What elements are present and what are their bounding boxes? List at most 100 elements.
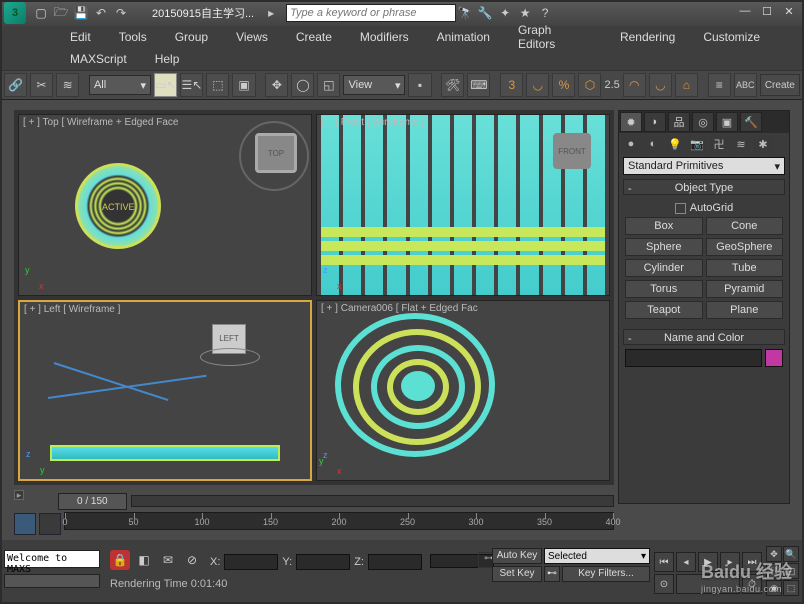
layout-single-button[interactable] [39,513,61,535]
isolate-icon[interactable]: ◧ [134,550,154,570]
name-color-rollout[interactable]: -Name and Color [623,329,785,345]
named-sel-icon[interactable]: ≡ [708,73,731,97]
keyboard-shortcut-icon[interactable]: ⌨ [467,73,490,97]
zoom-region-icon[interactable]: ◰ [783,563,799,579]
angle-snap-icon[interactable]: ◡ [526,73,549,97]
hierarchy-tab-icon[interactable]: 品 [668,112,690,132]
key-filters-button[interactable]: Key Filters... [562,566,650,582]
viewport-left[interactable]: [ + ] Left [ Wireframe ] LEFT zy [18,300,312,482]
systems-icon[interactable]: ✱ [753,135,773,153]
autogrid-checkbox[interactable]: AutoGrid [619,199,789,217]
menu-rendering[interactable]: Rendering [606,27,689,47]
key-mode-icon[interactable]: ⊙ [654,574,674,594]
time-ruler[interactable]: 050100150200250300350400 [64,512,614,530]
cameras-icon[interactable]: 📷 [687,135,707,153]
prompt-line[interactable] [4,574,100,588]
viewport-top-label[interactable]: [ + ] Top [ Wireframe + Edged Face [23,117,178,128]
modify-tab-icon[interactable]: ◗ [644,112,666,132]
obj-cone-button[interactable]: Cone [706,217,784,235]
pan-icon[interactable]: ✥ [766,546,782,562]
object-type-rollout[interactable]: -Object Type [623,179,785,195]
undo-icon[interactable]: ↶ [92,4,110,22]
play-icon[interactable]: ▶ [698,552,718,572]
snap-g-icon[interactable]: ⌂ [675,73,698,97]
spinner-snap-icon[interactable]: ⬡ [578,73,601,97]
max-toggle-icon[interactable]: ⬚ [783,580,799,596]
orbit-icon[interactable]: ◉ [766,580,782,596]
add-time-tag-icon[interactable]: ⊘ [182,550,202,570]
select-manip-icon[interactable]: 🛠 [441,73,464,97]
create-tab-icon[interactable]: ✹ [620,112,642,132]
category-dropdown[interactable]: Standard Primitives▾ [623,157,785,175]
menu-maxscript[interactable]: MAXScript [56,49,141,69]
current-frame-input[interactable] [676,574,740,594]
menu-tools[interactable]: Tools [105,27,161,47]
key-target-dropdown[interactable]: Selected▾ [544,548,650,564]
menu-views[interactable]: Views [222,27,282,47]
move-icon[interactable]: ✥ [265,73,288,97]
object-color-swatch[interactable] [765,349,783,367]
menu-modifiers[interactable]: Modifiers [346,27,423,47]
viewport-camera[interactable]: [ + ] Camera006 [ Flat + Edged Fac zyx [316,300,610,482]
rotate-icon[interactable]: ◯ [291,73,314,97]
obj-geosphere-button[interactable]: GeoSphere [706,238,784,256]
motion-tab-icon[interactable]: ◎ [692,112,714,132]
obj-teapot-button[interactable]: Teapot [625,301,703,319]
lock-selection-icon[interactable]: 🔒 [110,550,130,570]
comm-center-icon[interactable]: ✉ [158,550,178,570]
title-dropdown-icon[interactable]: ▸ [262,4,280,22]
zoom-icon[interactable]: 🔍 [783,546,799,562]
obj-sphere-button[interactable]: Sphere [625,238,703,256]
search-icon[interactable]: 🔭 [456,4,474,22]
obj-plane-button[interactable]: Plane [706,301,784,319]
bind-icon[interactable]: ≋ [56,73,79,97]
minimize-button[interactable]: — [734,5,756,21]
select-by-name-button[interactable]: ☰↖ [180,73,203,97]
obj-tube-button[interactable]: Tube [706,259,784,277]
menu-customize[interactable]: Customize [689,27,774,47]
shapes-icon[interactable]: ◐ [643,135,663,153]
abc-icon[interactable]: ABC [734,73,757,97]
menu-edit[interactable]: Edit [56,27,105,47]
menu-create[interactable]: Create [282,27,346,47]
snap-e-icon[interactable]: ◠ [623,73,646,97]
viewcube-top[interactable]: TOP [255,133,297,173]
lights-icon[interactable]: 💡 [665,135,685,153]
utilities-tab-icon[interactable]: 🔨 [740,112,762,132]
obj-box-button[interactable]: Box [625,217,703,235]
window-crossing-icon[interactable]: ▣ [232,73,255,97]
auto-key-button[interactable]: Auto Key [492,548,542,564]
close-button[interactable]: ✕ [778,5,800,21]
viewport-front[interactable]: [ + ] Front [ Wireframe ] FRONT zx [316,114,610,296]
unlink-icon[interactable]: ✂ [30,73,53,97]
menu-animation[interactable]: Animation [423,27,504,47]
zoom-extents-icon[interactable]: ⛶ [766,563,782,579]
layout-quad-button[interactable] [14,513,36,535]
viewport-left-label[interactable]: [ + ] Left [ Wireframe ] [24,304,120,315]
open-file-icon[interactable]: 🗁 [52,4,70,22]
obj-cylinder-button[interactable]: Cylinder [625,259,703,277]
percent-snap-icon[interactable]: % [552,73,575,97]
new-file-icon[interactable]: ▢ [32,4,50,22]
frame-indicator[interactable]: 0 / 150 [58,493,127,510]
time-slider[interactable] [131,495,614,507]
create-selection-button[interactable]: Create [760,74,800,96]
viewcube-front[interactable]: FRONT [553,133,591,169]
coord-z-input[interactable] [368,554,422,570]
goto-end-icon[interactable]: ⏭ [742,552,762,572]
time-config-icon[interactable]: ⏱ [742,574,762,594]
select-object-button[interactable]: ▭↖ [154,73,177,97]
spacewarps-icon[interactable]: ≋ [731,135,751,153]
script-listener[interactable]: Welcome to MAXS [4,550,100,568]
snap-3d-icon[interactable]: 3 [500,73,523,97]
ref-coord-dropdown[interactable]: View▾ [343,75,405,95]
viewport-front-label[interactable]: [ + ] Front [ Wireframe ] [321,117,424,128]
goto-start-icon[interactable]: ⏮ [654,552,674,572]
snap-f-icon[interactable]: ◡ [649,73,672,97]
save-file-icon[interactable]: 💾 [72,4,90,22]
link-icon[interactable]: 🔗 [4,73,27,97]
menu-graph-editors[interactable]: Graph Editors [504,20,606,54]
obj-pyramid-button[interactable]: Pyramid [706,280,784,298]
scale-icon[interactable]: ◱ [317,73,340,97]
help-search[interactable] [286,4,456,22]
